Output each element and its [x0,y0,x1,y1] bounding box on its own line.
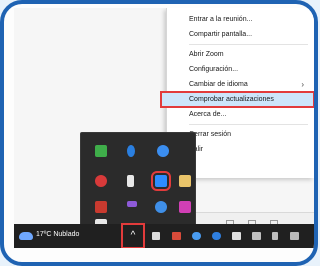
chat-icon[interactable] [290,232,299,240]
folder-app-icon[interactable] [179,175,191,187]
menu-separator [189,124,308,125]
display-icon[interactable] [252,232,261,240]
menu-item-change-language[interactable]: Cambiar de idioma › [167,77,314,92]
network-icon[interactable] [232,232,241,240]
green-shield-icon[interactable] [95,145,107,157]
screenshot-frame: Entrar a la reunión... Compartir pantall… [0,0,318,266]
desktop-screen: Entrar a la reunión... Compartir pantall… [14,8,314,248]
menu-item-open-zoom[interactable]: Abrir Zoom [167,47,314,62]
menu-item-settings[interactable]: Configuración... [167,62,314,77]
volume-icon[interactable] [152,232,160,240]
menu-item-join-meeting[interactable]: Entrar a la reunión... [167,12,314,27]
show-hidden-icons-button[interactable]: ^ [121,223,145,248]
menu-item-about[interactable]: Acerca de... [167,107,314,122]
weather-widget-text[interactable]: 17ºC Nublado [36,231,79,238]
bluetooth-icon[interactable] [127,145,135,157]
colorful-app-icon[interactable] [179,201,191,213]
purple-app-icon[interactable] [127,201,137,207]
menu-item-check-updates[interactable]: Comprobar actualizaciones [160,91,314,108]
onedrive-icon[interactable] [212,232,221,240]
zoom-icon[interactable] [151,171,171,191]
cloud-icon[interactable] [192,232,201,240]
pen-icon[interactable] [272,232,278,240]
menu-item-share-screen[interactable]: Compartir pantalla... [167,27,314,42]
usb-drive-icon[interactable] [127,175,134,187]
cloud-weather-icon[interactable] [19,232,33,240]
tray-overflow-flyout [80,132,196,232]
taskbar: 17ºC Nublado ^ [14,223,314,248]
red-record-icon[interactable] [95,175,107,187]
menu-item-change-language-label: Cambiar de idioma [189,81,248,88]
red-app-icon[interactable] [95,201,107,213]
cloud-sync-icon[interactable] [155,201,167,213]
submenu-chevron-icon: › [301,80,304,89]
menu-separator [189,44,308,45]
antivirus-icon[interactable] [172,232,181,240]
blue-chat-icon[interactable] [157,145,169,157]
